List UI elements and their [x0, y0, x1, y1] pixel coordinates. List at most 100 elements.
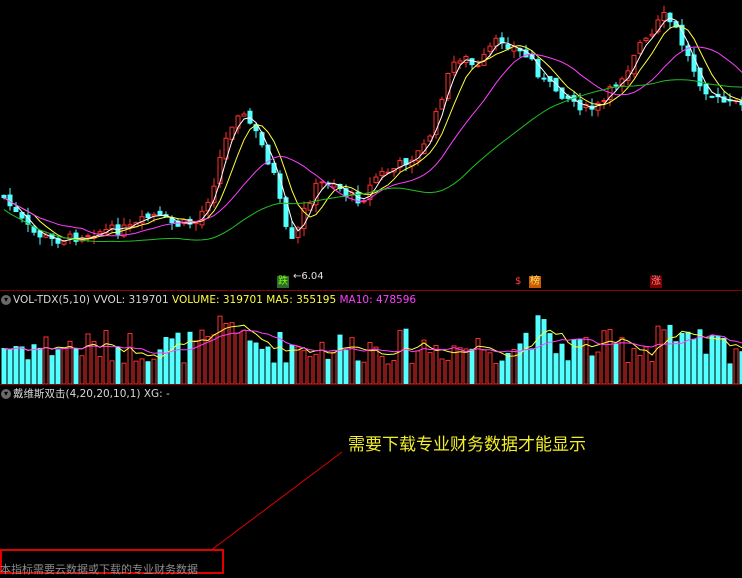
volume-bar [241, 329, 247, 384]
candle [661, 11, 667, 22]
volume-bar [643, 346, 649, 384]
volume-bar [205, 335, 211, 384]
candle [1, 194, 7, 199]
volume-bar [253, 342, 259, 384]
chevron-down-icon[interactable]: ▾ [1, 295, 11, 305]
ma-line-magenta [3, 46, 742, 237]
volume-bar [79, 355, 85, 384]
candle [331, 183, 337, 188]
volume-bar [379, 355, 385, 384]
volume-bar [295, 346, 301, 384]
volume-bar [505, 352, 511, 384]
volume-bar [151, 358, 157, 384]
ma5-value: MA5: 355195 [266, 294, 337, 306]
volume-bar [517, 343, 523, 384]
volume-bar [631, 348, 637, 384]
candle [643, 37, 649, 42]
volume-bar [277, 331, 283, 384]
volume-bar [7, 349, 13, 384]
indicator-panel-header: ▾ 戴维斯双击(4,20,20,10,1) XG: - [0, 387, 170, 401]
volume-bar [733, 348, 739, 384]
candle [109, 224, 115, 230]
volume-bar [511, 349, 517, 384]
vol-ma5-line [3, 324, 742, 359]
indicator-name[interactable]: 戴维斯双击(4,20,20,10,1) [13, 388, 141, 400]
volume-bar [499, 360, 505, 384]
ma10-value: MA10: 478596 [339, 294, 417, 306]
volume-bar [367, 342, 373, 384]
volume-bar [373, 346, 379, 384]
vol-name[interactable]: VOL-TDX(5,10) [13, 294, 90, 306]
candle [613, 84, 619, 87]
volume-bar [121, 362, 127, 384]
volume-bar [301, 350, 307, 384]
volume-bar [133, 360, 139, 384]
volume-bar [181, 362, 187, 384]
volume-bar [235, 332, 241, 384]
volume-bar [163, 337, 169, 384]
volume-bar [13, 346, 19, 384]
volume-bar [199, 329, 205, 384]
volume-bar [715, 335, 721, 384]
volume-bar [721, 337, 727, 384]
volume-bar [25, 359, 31, 384]
candle [469, 58, 475, 66]
volume-bar [421, 339, 427, 384]
volume-bar [613, 343, 619, 384]
volume-bar [391, 360, 397, 384]
tag-down: 跌 [277, 276, 289, 288]
volume-bar [349, 337, 355, 384]
candle [157, 210, 163, 216]
vol-ma10-line [3, 329, 742, 354]
volume-chart[interactable] [0, 306, 742, 384]
volume-bar [265, 346, 271, 384]
volume-bar [529, 348, 535, 384]
vol-panel-header: ▾ VOL-TDX(5,10) VVOL: 319701 VOLUME: 3197… [0, 293, 416, 307]
volume-bar [103, 330, 109, 384]
volume-bar [127, 333, 133, 384]
volume-bar [457, 347, 463, 384]
chevron-down-icon[interactable]: ▾ [1, 389, 11, 399]
volume-bar [271, 362, 277, 384]
volume-bar [415, 350, 421, 384]
volume-bar [43, 336, 49, 384]
candlestick-chart[interactable]: ←6.04 [0, 0, 742, 290]
volume-bar [139, 358, 145, 384]
volume-bar [49, 355, 55, 384]
separator [0, 290, 742, 291]
ma-line-yellow [3, 25, 742, 241]
volume-bar [223, 322, 229, 384]
candle [649, 33, 655, 37]
candle [487, 45, 493, 52]
volume-bar [523, 332, 529, 384]
vvol-value: VVOL: 319701 [93, 294, 169, 306]
volume-bar [481, 349, 487, 384]
candle [247, 110, 253, 124]
volume-bar [493, 362, 499, 384]
candle [145, 213, 151, 219]
volume-bar [697, 329, 703, 384]
candle [451, 61, 457, 73]
volume-bar [679, 332, 685, 384]
volume-bar [433, 345, 439, 384]
candle [61, 240, 67, 245]
volume-bar [427, 352, 433, 384]
candle [577, 99, 583, 111]
volume-bar [439, 358, 445, 384]
volume-bar [355, 360, 361, 384]
volume-bar [607, 329, 613, 384]
candle [541, 77, 547, 80]
volume-bar [589, 355, 595, 384]
volume-bar [361, 361, 367, 384]
volume-bar [385, 363, 391, 384]
candle [511, 46, 517, 52]
volume-bar [343, 350, 349, 384]
volume-bar [247, 340, 253, 384]
separator [0, 384, 742, 385]
volume-bar [91, 341, 97, 384]
tag-rank: 榜 [529, 276, 541, 288]
volume-bar [31, 344, 37, 384]
volume-bar [625, 361, 631, 384]
volume-bar [577, 338, 583, 384]
candle [127, 224, 133, 227]
